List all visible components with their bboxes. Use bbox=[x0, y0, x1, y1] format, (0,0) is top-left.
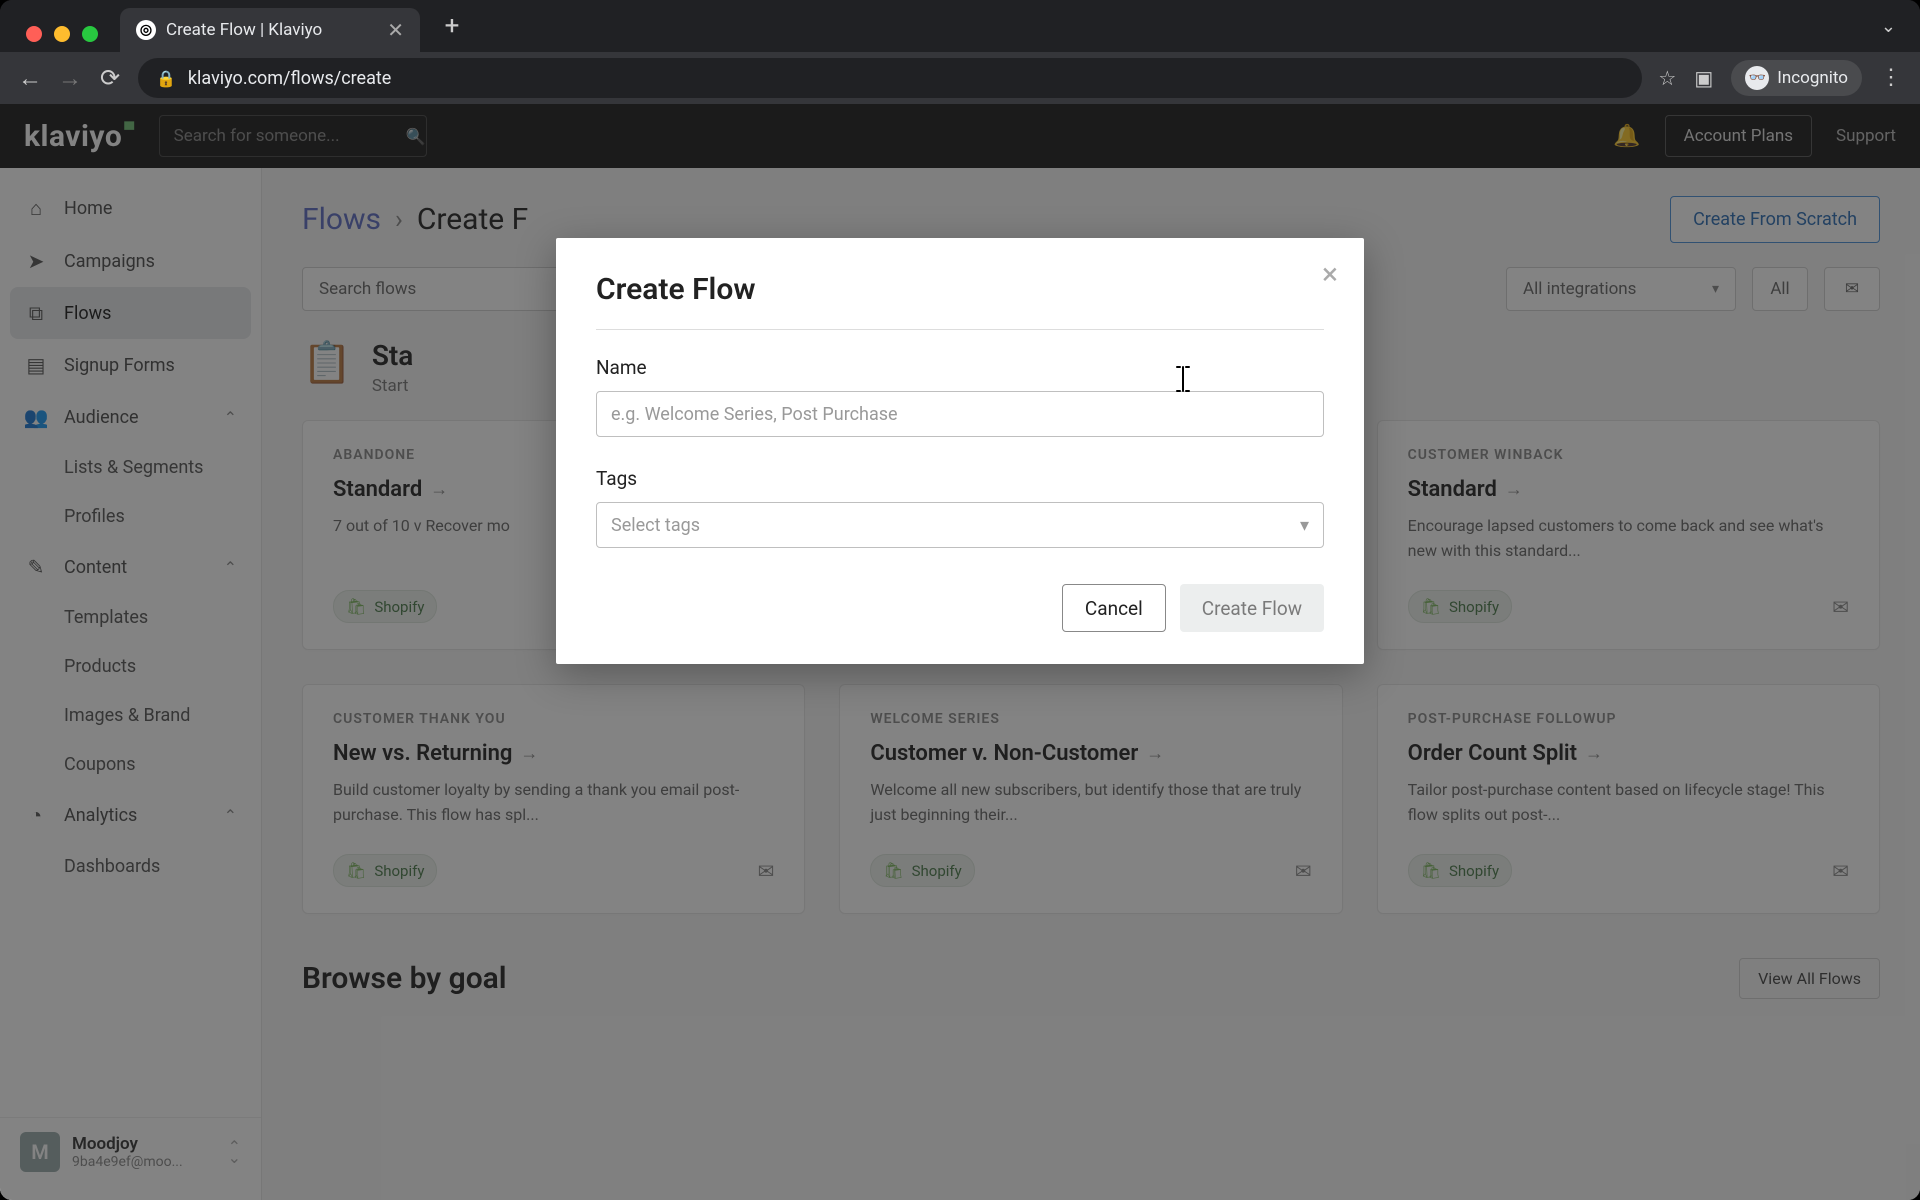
modal-backdrop[interactable]: × Create Flow Name Tags Select tags ▾ Ca… bbox=[0, 104, 1920, 1200]
menu-icon[interactable]: ⋮ bbox=[1880, 67, 1902, 89]
app-frame: klaviyo▀ 🔍 🔔 Account Plans Support ⌂Home… bbox=[0, 104, 1920, 1200]
name-label: Name bbox=[596, 356, 1324, 379]
reload-button[interactable]: ⟳ bbox=[98, 64, 122, 92]
create-flow-modal: × Create Flow Name Tags Select tags ▾ Ca… bbox=[556, 238, 1364, 664]
incognito-icon: 👓 bbox=[1745, 66, 1769, 90]
browser-window: ◎ Create Flow | Klaviyo ✕ + ⌄ ← → ⟳ 🔒 kl… bbox=[0, 0, 1920, 1200]
back-button[interactable]: ← bbox=[18, 64, 42, 93]
flow-name-input[interactable] bbox=[596, 391, 1324, 437]
toolbar-right: ☆ ▣ 👓 Incognito ⋮ bbox=[1658, 60, 1902, 96]
incognito-indicator[interactable]: 👓 Incognito bbox=[1731, 60, 1862, 96]
tags-label: Tags bbox=[596, 467, 1324, 490]
panel-icon[interactable]: ▣ bbox=[1694, 66, 1713, 90]
close-modal-icon[interactable]: × bbox=[1322, 260, 1338, 290]
address-bar[interactable]: 🔒 klaviyo.com/flows/create bbox=[138, 58, 1642, 98]
maximize-window-icon[interactable] bbox=[82, 26, 98, 42]
lock-icon: 🔒 bbox=[156, 69, 176, 88]
close-tab-icon[interactable]: ✕ bbox=[387, 18, 404, 42]
tags-select[interactable]: Select tags ▾ bbox=[596, 502, 1324, 548]
forward-button[interactable]: → bbox=[58, 64, 82, 93]
incognito-label: Incognito bbox=[1777, 68, 1848, 88]
text-cursor-icon bbox=[1176, 366, 1190, 392]
create-flow-button[interactable]: Create Flow bbox=[1180, 584, 1324, 632]
browser-toolbar: ← → ⟳ 🔒 klaviyo.com/flows/create ☆ ▣ 👓 I… bbox=[0, 52, 1920, 104]
tab-title: Create Flow | Klaviyo bbox=[166, 20, 322, 40]
minimize-window-icon[interactable] bbox=[54, 26, 70, 42]
close-window-icon[interactable] bbox=[26, 26, 42, 42]
new-tab-button[interactable]: + bbox=[434, 8, 470, 44]
modal-actions: Cancel Create Flow bbox=[596, 584, 1324, 632]
window-controls bbox=[26, 26, 98, 42]
modal-title: Create Flow bbox=[596, 272, 1324, 307]
url-text: klaviyo.com/flows/create bbox=[188, 68, 391, 89]
cancel-button[interactable]: Cancel bbox=[1062, 584, 1166, 632]
divider bbox=[596, 329, 1324, 330]
tab-strip: ◎ Create Flow | Klaviyo ✕ + ⌄ bbox=[0, 0, 1920, 52]
chevron-down-icon: ▾ bbox=[1300, 515, 1309, 536]
tab-overflow-icon[interactable]: ⌄ bbox=[1881, 16, 1896, 37]
favicon-icon: ◎ bbox=[136, 20, 156, 40]
browser-tab[interactable]: ◎ Create Flow | Klaviyo ✕ bbox=[120, 8, 420, 52]
star-icon[interactable]: ☆ bbox=[1658, 66, 1676, 90]
